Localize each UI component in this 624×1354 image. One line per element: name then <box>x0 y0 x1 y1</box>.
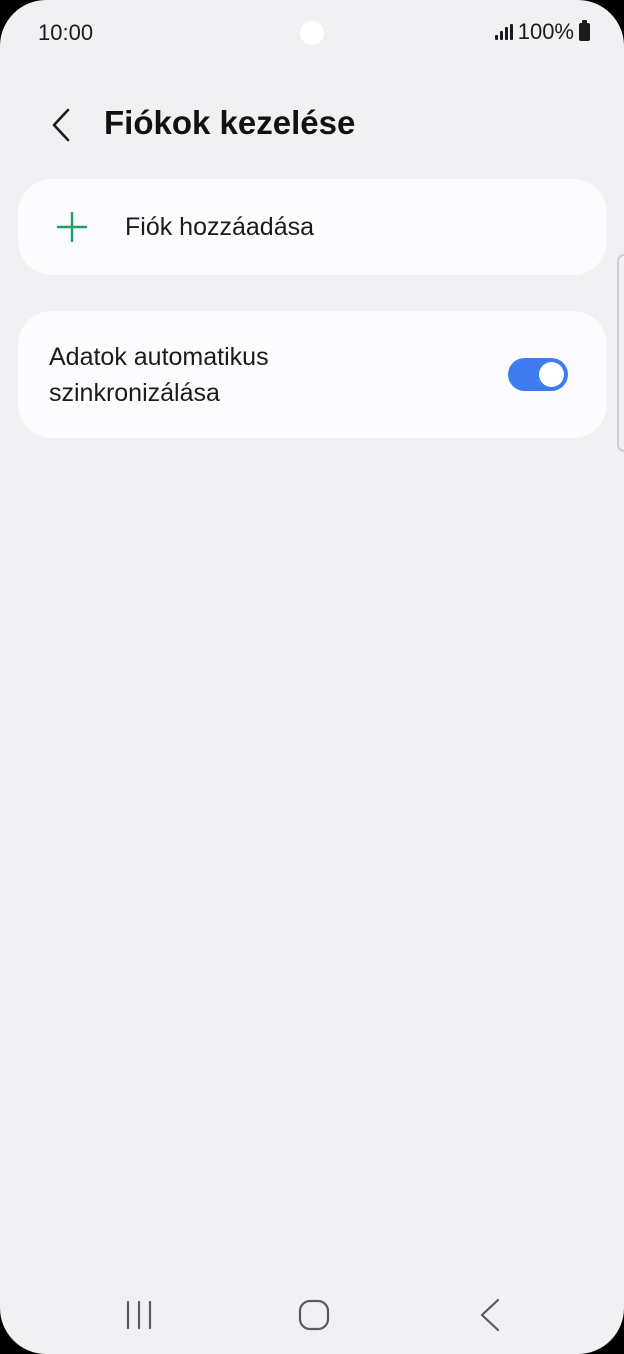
chevron-left-icon <box>52 108 70 142</box>
auto-sync-label: Adatok automatikus szinkronizálása <box>49 343 269 407</box>
app-header: Fiókok kezelése <box>0 90 624 156</box>
add-account-card[interactable]: Fiók hozzáadása <box>18 179 607 275</box>
scrollbar[interactable] <box>617 254 624 452</box>
status-time: 10:00 <box>38 20 94 45</box>
back-icon[interactable] <box>472 1296 508 1334</box>
recents-icon[interactable] <box>124 1298 158 1332</box>
battery-percentage: 100% <box>517 19 574 44</box>
page-title: Fiókok kezelése <box>104 104 356 141</box>
signal-icon <box>494 24 513 40</box>
back-button[interactable] <box>36 100 86 150</box>
status-indicators: 100% <box>494 19 590 45</box>
auto-sync-card[interactable]: Adatok automatikus szinkronizálása <box>18 311 607 438</box>
navigation-bar <box>0 1278 624 1354</box>
plus-icon <box>56 211 88 243</box>
toggle-knob <box>539 362 564 387</box>
screen: 10:00 100% Fiókok kezelése Fiók hozzáadá… <box>0 0 624 1354</box>
battery-icon <box>579 20 590 41</box>
status-bar: 10:00 100% <box>0 0 624 66</box>
add-account-label: Fiók hozzáadása <box>125 213 315 241</box>
camera-cutout <box>300 21 324 45</box>
auto-sync-toggle[interactable] <box>508 358 568 391</box>
home-icon[interactable] <box>296 1297 332 1333</box>
